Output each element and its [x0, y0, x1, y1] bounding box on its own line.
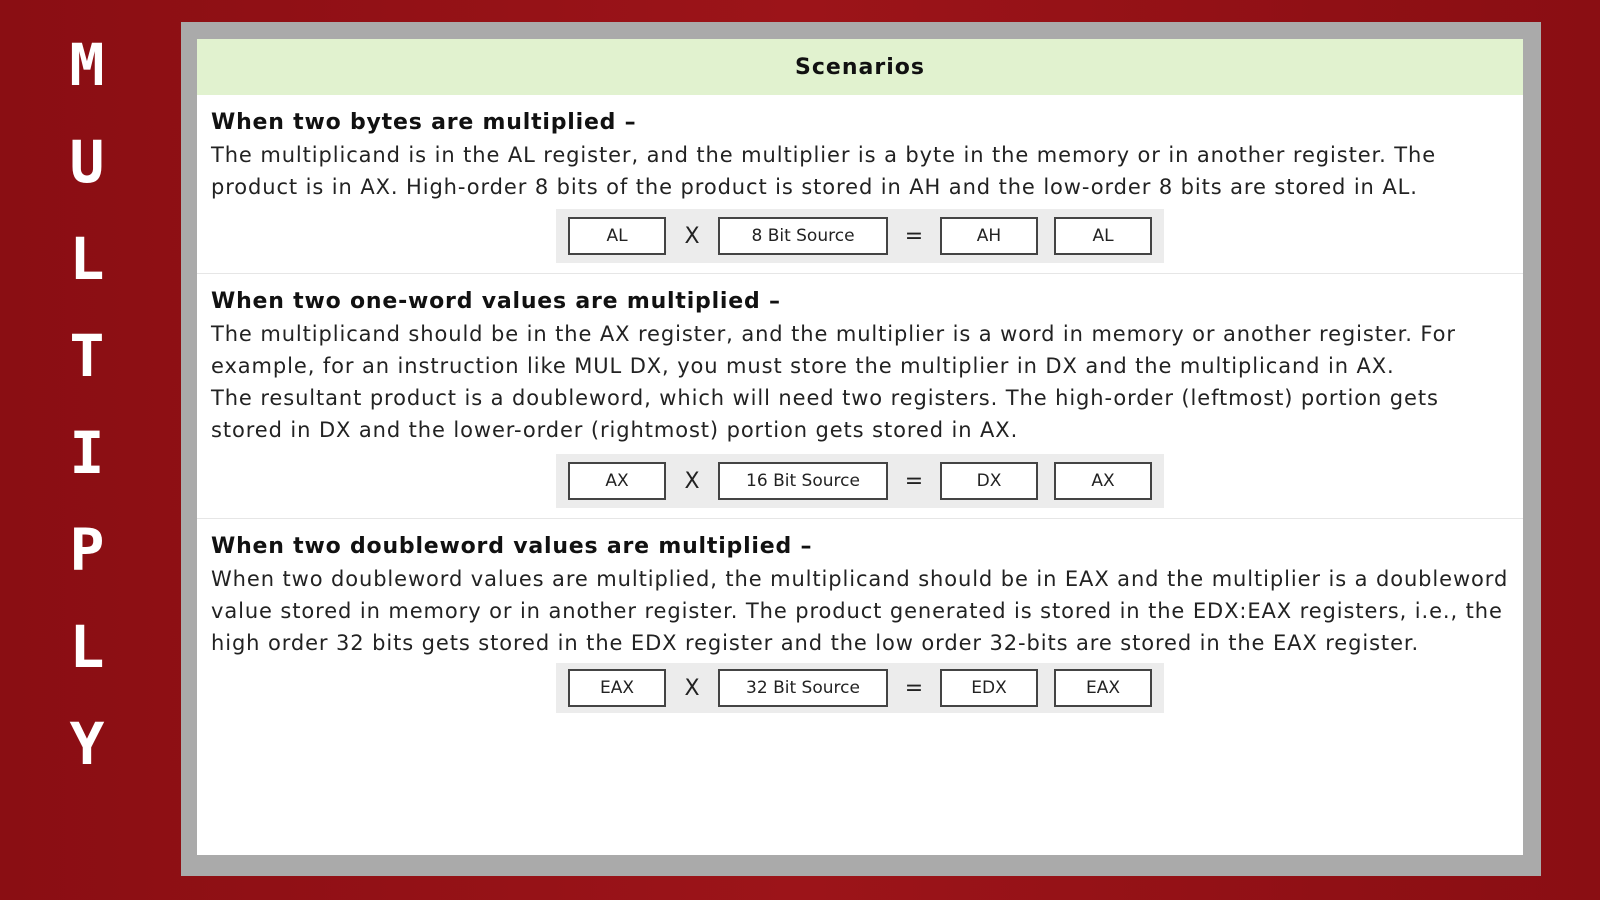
side-title-letter: L: [69, 225, 105, 293]
register-box: AH: [940, 217, 1038, 255]
content-frame: Scenarios When two bytes are multiplied …: [181, 22, 1541, 876]
scenario-heading: When two doubleword values are multiplie…: [211, 534, 813, 559]
equals-sign: =: [904, 223, 924, 249]
formula-diagram: AL X 8 Bit Source = AH AL: [556, 209, 1164, 263]
register-box: AX: [568, 462, 666, 500]
scenarios-panel: Scenarios When two bytes are multiplied …: [197, 39, 1523, 855]
scenario-heading: When two bytes are multiplied –: [211, 110, 637, 135]
register-box: AL: [568, 217, 666, 255]
scenario-bytes: When two bytes are multiplied – The mult…: [197, 95, 1523, 274]
side-title: M U L T I P L Y: [52, 28, 122, 804]
multiply-sign: X: [684, 675, 700, 701]
side-title-letter: Y: [69, 710, 105, 778]
register-box: AL: [1054, 217, 1152, 255]
source-box: 8 Bit Source: [718, 217, 888, 255]
side-title-letter: I: [69, 419, 105, 487]
side-title-letter: P: [69, 516, 105, 584]
formula-diagram: EAX X 32 Bit Source = EDX EAX: [556, 663, 1164, 713]
multiply-sign: X: [684, 223, 700, 249]
register-box: EAX: [568, 669, 666, 707]
register-box: EDX: [940, 669, 1038, 707]
multiply-sign: X: [684, 468, 700, 494]
scenario-paragraph: When two doubleword values are multiplie…: [211, 567, 1509, 655]
scenario-heading: When two one-word values are multiplied …: [211, 289, 781, 314]
side-title-letter: L: [69, 613, 105, 681]
scenario-doublewords: When two doubleword values are multiplie…: [197, 519, 1523, 721]
source-box: 32 Bit Source: [718, 669, 888, 707]
scenario-paragraph: The resultant product is a doubleword, w…: [211, 386, 1439, 442]
side-title-letter: T: [69, 322, 105, 390]
side-title-letter: U: [69, 128, 105, 196]
register-box: DX: [940, 462, 1038, 500]
scenario-paragraph: The multiplicand should be in the AX reg…: [211, 322, 1456, 378]
register-box: AX: [1054, 462, 1152, 500]
source-box: 16 Bit Source: [718, 462, 888, 500]
panel-header: Scenarios: [197, 39, 1523, 95]
scenario-paragraph: The multiplicand is in the AL register, …: [211, 143, 1437, 199]
side-title-letter: M: [69, 31, 105, 99]
equals-sign: =: [904, 468, 924, 494]
panel-title: Scenarios: [795, 54, 925, 80]
register-box: EAX: [1054, 669, 1152, 707]
formula-diagram: AX X 16 Bit Source = DX AX: [556, 454, 1164, 508]
equals-sign: =: [904, 675, 924, 701]
scenario-words: When two one-word values are multiplied …: [197, 274, 1523, 519]
